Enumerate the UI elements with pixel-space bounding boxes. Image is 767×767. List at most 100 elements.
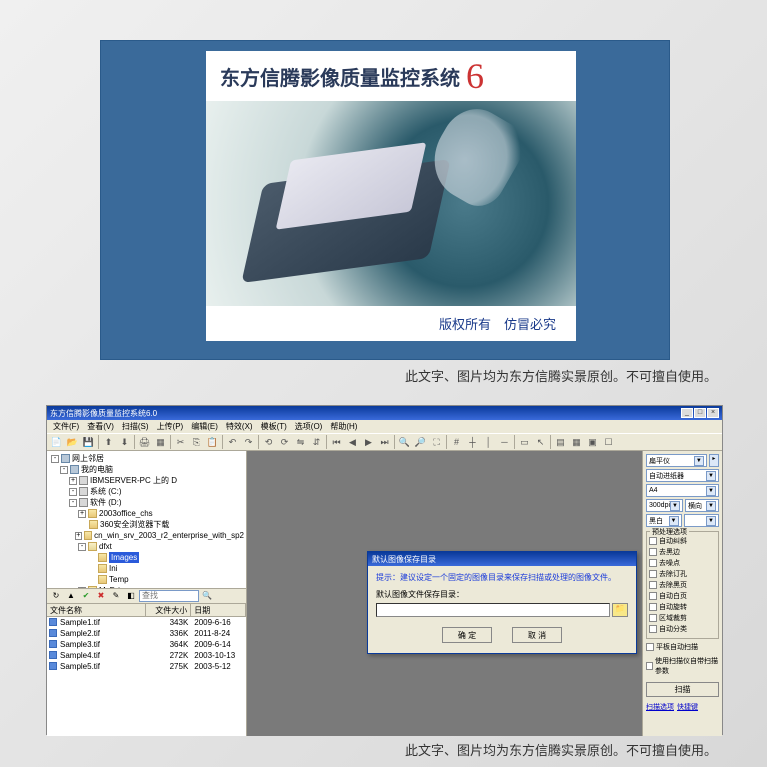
col-size[interactable]: 文件大小 (146, 604, 191, 616)
menu-item[interactable]: 特效(X) (222, 421, 257, 432)
tree-node[interactable]: -系统 (C:) (49, 486, 244, 497)
preprocess-checkbox[interactable] (649, 537, 657, 545)
preprocess-checkbox[interactable] (649, 581, 657, 589)
tree-node[interactable]: Images (49, 552, 244, 563)
next-icon[interactable]: ▶ (361, 435, 376, 450)
expand-toggle[interactable]: - (60, 466, 68, 474)
thumb4-icon[interactable]: ☐ (601, 435, 616, 450)
rect-icon[interactable]: ▭ (517, 435, 532, 450)
preprocess-checkbox[interactable] (649, 592, 657, 600)
expand-toggle[interactable]: - (78, 543, 86, 551)
thumb2-icon[interactable]: ▦ (569, 435, 584, 450)
paste-icon[interactable]: 📋 (205, 435, 220, 450)
preprocess-checkbox[interactable] (649, 625, 657, 633)
grid-icon[interactable]: # (449, 435, 464, 450)
extra-select[interactable]: ▼ (684, 514, 720, 527)
file-list[interactable]: 文件名称 文件大小 日期 Sample1.tif343K2009-6-16Sam… (47, 604, 246, 737)
file-row[interactable]: Sample2.tif336K2011-8-24 (47, 628, 246, 639)
menu-item[interactable]: 帮助(H) (326, 421, 361, 432)
orient-select[interactable]: 横向▼ (685, 499, 719, 512)
first-icon[interactable]: ⏮ (329, 435, 344, 450)
refresh-icon[interactable]: ↻ (49, 589, 63, 602)
file-row[interactable]: Sample5.tif275K2003-5-12 (47, 661, 246, 672)
tree-node[interactable]: -我的电脑 (49, 464, 244, 475)
shortcut-link[interactable]: 快捷键 (677, 702, 698, 712)
rotate-right-icon[interactable]: ⟳ (277, 435, 292, 450)
batch-icon[interactable]: ▦ (153, 435, 168, 450)
tree-node[interactable]: +IBMSERVER-PC 上的 D (49, 475, 244, 486)
file-row[interactable]: Sample4.tif272K2003-10-13 (47, 650, 246, 661)
tree-node[interactable]: -dfxt (49, 541, 244, 552)
undo-icon[interactable]: ↶ (225, 435, 240, 450)
up-icon[interactable]: ▲ (64, 589, 78, 602)
preprocess-checkbox[interactable] (649, 603, 657, 611)
file-row[interactable]: Sample1.tif343K2009-6-16 (47, 617, 246, 628)
ruler-v-icon[interactable]: │ (481, 435, 496, 450)
preprocess-checkbox[interactable] (649, 570, 657, 578)
ok-button[interactable]: 确 定 (442, 627, 492, 643)
red-x-icon[interactable]: ✖ (94, 589, 108, 602)
rename-icon[interactable]: ✎ (109, 589, 123, 602)
preprocess-checkbox[interactable] (649, 614, 657, 622)
device-refresh-icon[interactable]: ▸ (709, 454, 719, 467)
thumb3-icon[interactable]: ▣ (585, 435, 600, 450)
expand-toggle[interactable]: + (78, 510, 86, 518)
native-param-check[interactable] (646, 662, 653, 670)
expand-toggle[interactable]: - (51, 455, 59, 463)
upload-icon[interactable]: ⬆ (101, 435, 116, 450)
menu-item[interactable]: 模板(T) (257, 421, 291, 432)
file-search-input[interactable] (139, 590, 199, 602)
zoom-in-icon[interactable]: 🔍 (397, 435, 412, 450)
dpi-select[interactable]: 300dpi▼ (646, 499, 683, 512)
col-name[interactable]: 文件名称 (47, 604, 146, 616)
save-path-input[interactable] (376, 603, 610, 617)
redo-icon[interactable]: ↷ (241, 435, 256, 450)
green-check-icon[interactable]: ✔ (79, 589, 93, 602)
tree-node[interactable]: 360安全浏览器下载 (49, 519, 244, 530)
ruler-h-icon[interactable]: ┼ (465, 435, 480, 450)
scan-options-link[interactable]: 扫描选项 (646, 702, 674, 712)
menu-item[interactable]: 编辑(E) (187, 421, 222, 432)
tree-node[interactable]: +cn_win_srv_2003_r2_enterprise_with_sp2 (49, 530, 244, 541)
device-select[interactable]: 扁平仪▼ (646, 454, 707, 467)
expand-toggle[interactable]: - (69, 499, 77, 507)
zoom-out-icon[interactable]: 🔎 (413, 435, 428, 450)
scan-button[interactable]: 扫描 (646, 682, 719, 697)
save-icon[interactable]: 💾 (81, 435, 96, 450)
print-icon[interactable]: 🖨 (137, 435, 152, 450)
tree-node[interactable]: Ini (49, 563, 244, 574)
preprocess-checkbox[interactable] (649, 559, 657, 567)
copy-icon[interactable]: ⎘ (189, 435, 204, 450)
flip-v-icon[interactable]: ⇵ (309, 435, 324, 450)
preprocess-checkbox[interactable] (649, 548, 657, 556)
maximize-button[interactable]: □ (694, 408, 706, 418)
flip-h-icon[interactable]: ⇋ (293, 435, 308, 450)
cancel-button[interactable]: 取 消 (512, 627, 562, 643)
pointer-icon[interactable]: ↖ (533, 435, 548, 450)
expand-toggle[interactable]: + (75, 532, 82, 540)
folder-tree[interactable]: -网上邻居-我的电脑+IBMSERVER-PC 上的 D-系统 (C:)-软件 … (47, 451, 246, 588)
search-go-icon[interactable]: 🔍 (200, 589, 214, 602)
tree-node[interactable]: Temp (49, 574, 244, 585)
tree-node[interactable]: -网上邻居 (49, 453, 244, 464)
cut-icon[interactable]: ✂ (173, 435, 188, 450)
expand-toggle[interactable]: - (69, 488, 77, 496)
open-icon[interactable]: 📂 (65, 435, 80, 450)
menu-item[interactable]: 扫描(S) (118, 421, 153, 432)
unknown-icon[interactable]: ◧ (124, 589, 138, 602)
browse-button[interactable]: 📁 (612, 603, 628, 617)
scan-icon[interactable]: 📄 (49, 435, 64, 450)
crop-icon[interactable]: ─ (497, 435, 512, 450)
minimize-button[interactable]: _ (681, 408, 693, 418)
menu-item[interactable]: 上传(P) (153, 421, 188, 432)
expand-toggle[interactable]: + (69, 477, 77, 485)
download-icon[interactable]: ⬇ (117, 435, 132, 450)
flat-auto-check[interactable] (646, 643, 654, 651)
prev-icon[interactable]: ◀ (345, 435, 360, 450)
paper-select[interactable]: A4▼ (646, 484, 719, 497)
fit-icon[interactable]: ⛶ (429, 435, 444, 450)
menu-item[interactable]: 选项(O) (291, 421, 327, 432)
color-select[interactable]: 黑白▼ (646, 514, 682, 527)
tree-node[interactable]: +2003office_chs (49, 508, 244, 519)
rotate-left-icon[interactable]: ⟲ (261, 435, 276, 450)
